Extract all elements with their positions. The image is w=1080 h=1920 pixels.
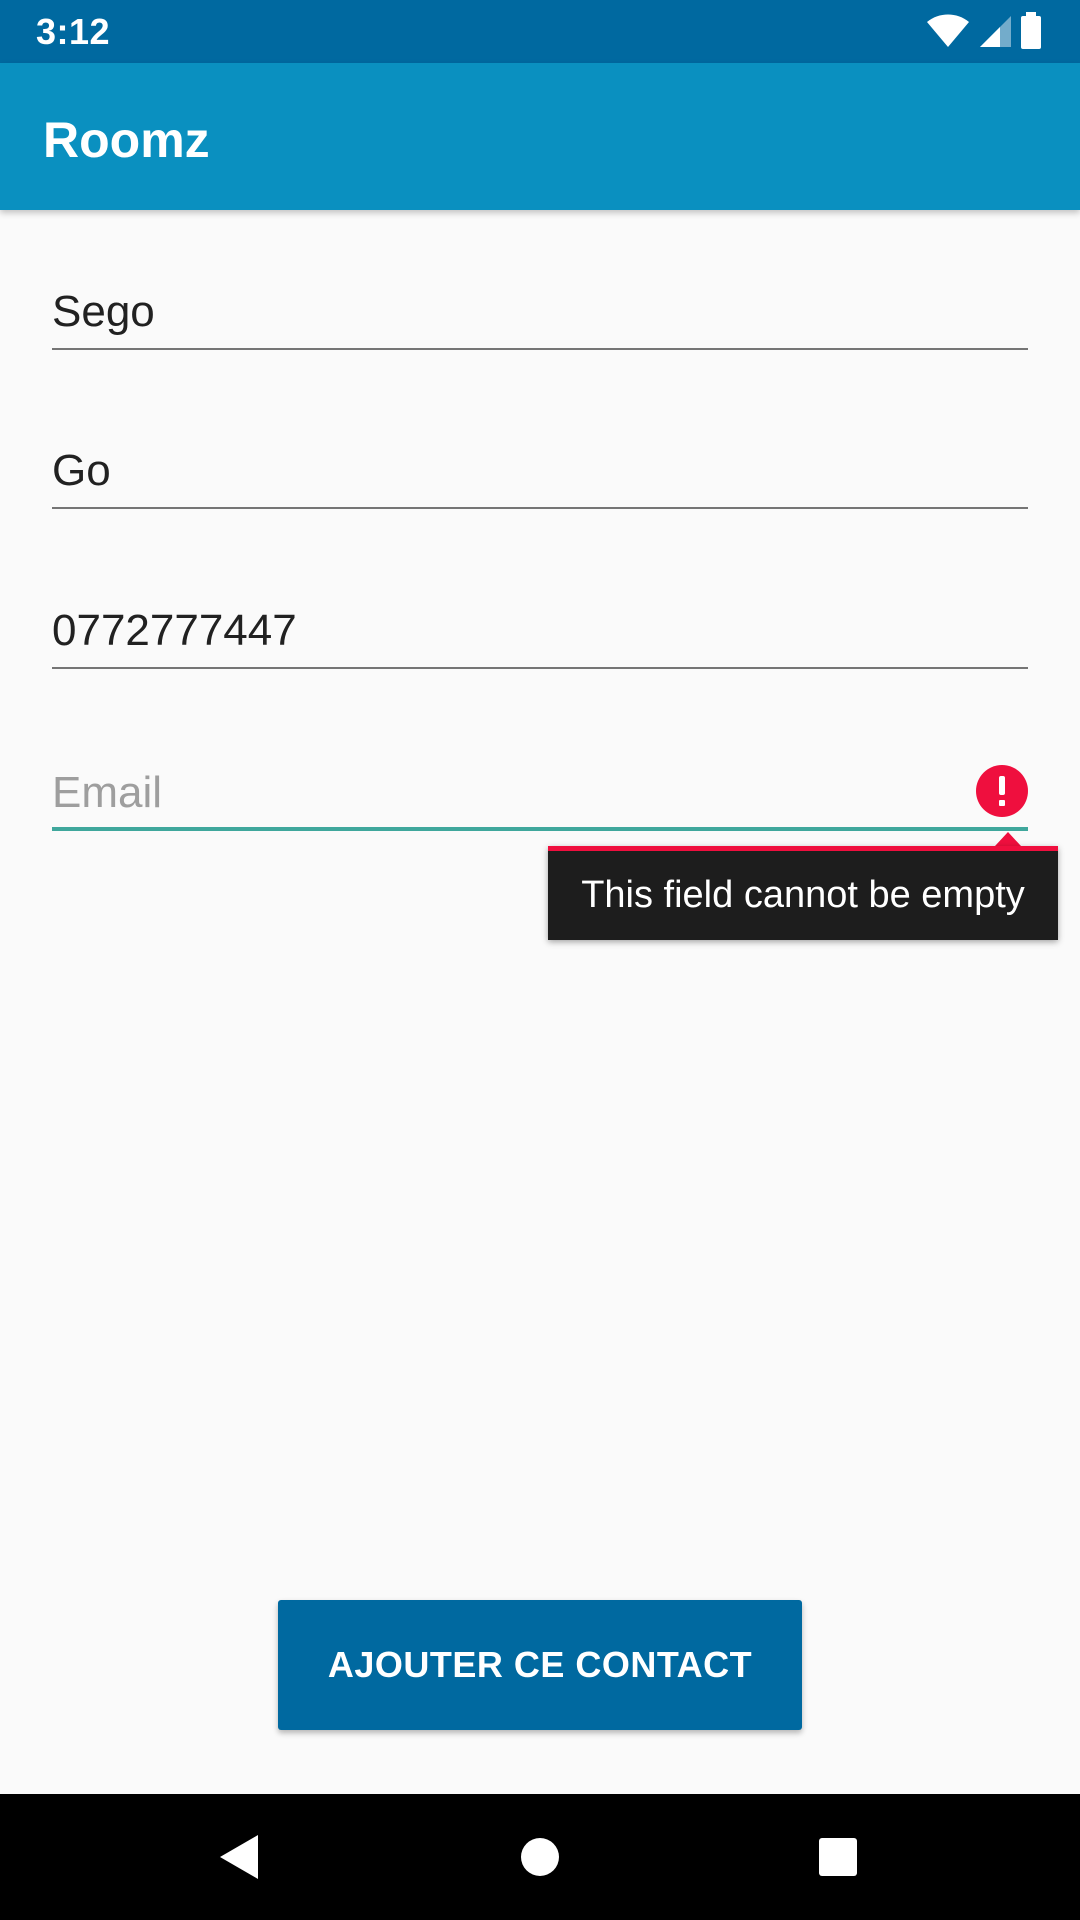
back-icon[interactable] <box>205 1822 275 1892</box>
error-message: This field cannot be empty <box>581 874 1025 916</box>
first-name-field[interactable]: Sego <box>52 278 1028 350</box>
app-title: Roomz <box>43 112 210 168</box>
status-time: 3:12 <box>36 11 111 52</box>
first-name-value: Sego <box>52 287 155 336</box>
field-underline <box>52 667 1028 669</box>
field-underline <box>52 827 1028 831</box>
last-name-value: Go <box>52 446 111 495</box>
status-icons <box>926 12 1042 50</box>
email-field[interactable]: Email <box>52 759 1028 831</box>
phone-field[interactable]: 0772777447 <box>52 597 1028 669</box>
wifi-icon <box>926 14 970 48</box>
last-name-field[interactable]: Go <box>52 437 1028 509</box>
home-icon[interactable] <box>505 1822 575 1892</box>
app-bar: Roomz <box>0 63 1080 210</box>
phone-value: 0772777447 <box>52 606 297 655</box>
field-underline <box>52 507 1028 509</box>
tooltip-arrow <box>995 832 1021 846</box>
error-exclamation-icon[interactable] <box>976 765 1028 817</box>
recents-icon[interactable] <box>803 1822 873 1892</box>
error-tooltip: This field cannot be empty <box>548 846 1058 940</box>
field-underline <box>52 348 1028 350</box>
navigation-bar <box>0 1794 1080 1920</box>
add-contact-button[interactable]: AJOUTER CE CONTACT <box>278 1600 802 1730</box>
email-placeholder: Email <box>52 768 163 817</box>
signal-icon <box>978 14 1012 48</box>
battery-icon <box>1020 12 1042 50</box>
status-bar: 3:12 <box>0 0 1080 63</box>
